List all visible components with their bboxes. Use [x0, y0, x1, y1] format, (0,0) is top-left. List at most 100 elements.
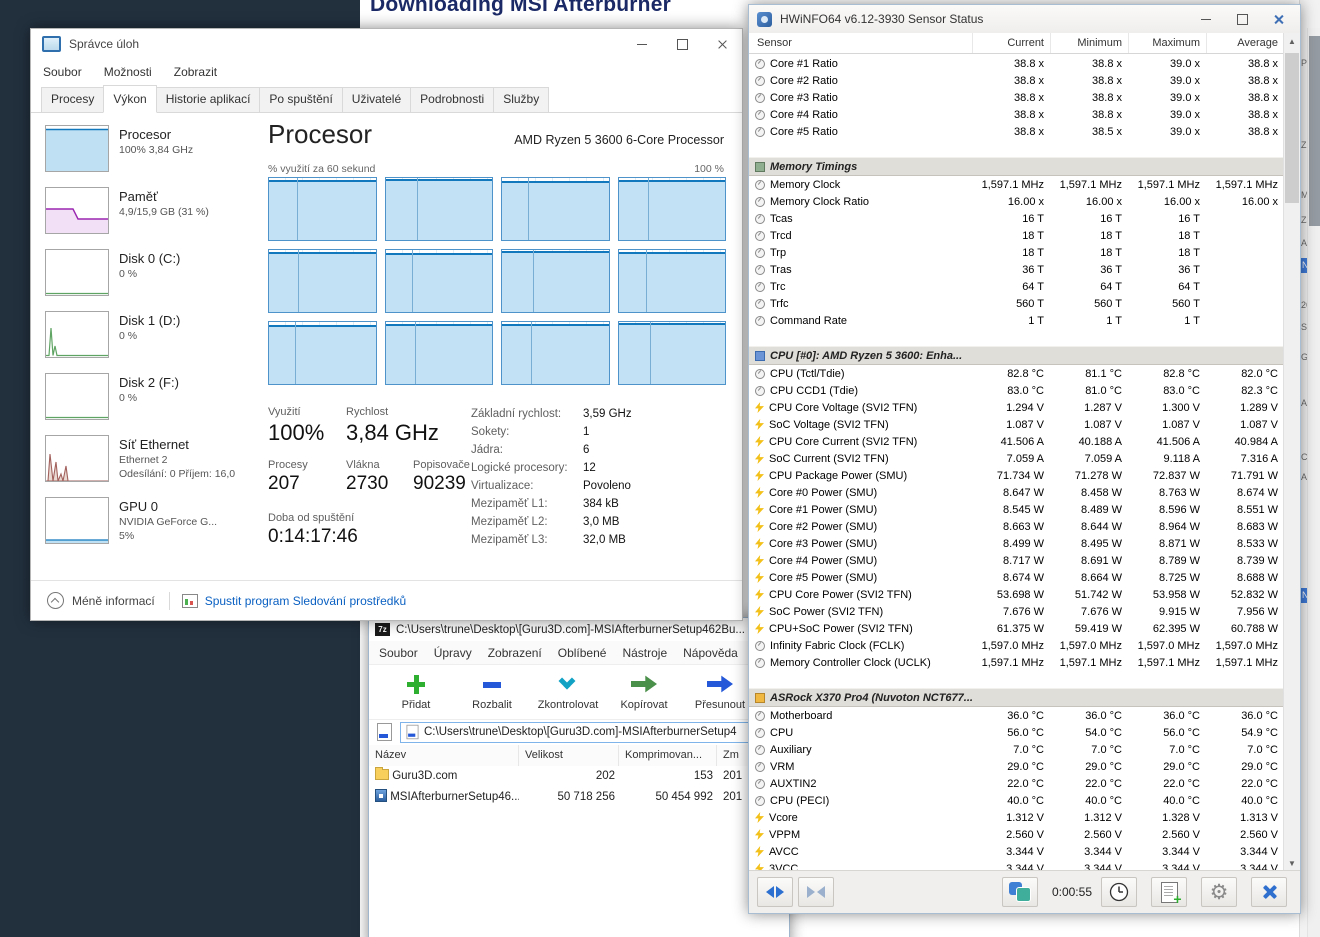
sensor-row[interactable]: CPU Core Voltage (SVI2 TFN)1.294 V1.287 …	[749, 399, 1284, 416]
background-scrollbar[interactable]	[1307, 28, 1320, 937]
sensor-row[interactable]: AUXTIN222.0 °C22.0 °C22.0 °C22.0 °C	[749, 775, 1284, 792]
sensor-row[interactable]: Core #2 Power (SMU)8.663 W8.644 W8.964 W…	[749, 518, 1284, 535]
sensor-section[interactable]: Memory Timings	[749, 157, 1284, 176]
sensor-row[interactable]: Vcore1.312 V1.312 V1.328 V1.313 V	[749, 809, 1284, 826]
sensor-row[interactable]: CPU (Tctl/Tdie)82.8 °C81.1 °C82.8 °C82.0…	[749, 365, 1284, 382]
sensor-row[interactable]: Motherboard36.0 °C36.0 °C36.0 °C36.0 °C	[749, 707, 1284, 724]
tab-item[interactable]: Po spuštění	[259, 87, 342, 112]
sensor-row[interactable]: Tras36 T36 T36 T	[749, 261, 1284, 278]
tab-item[interactable]: Podrobnosti	[410, 87, 494, 112]
toolbar-copy-button[interactable]: Kopírovat	[609, 672, 679, 711]
file-row[interactable]: Guru3D.com202153201	[369, 766, 789, 787]
less-info-button[interactable]: Méně informací	[72, 594, 155, 608]
tab-item[interactable]: Služby	[493, 87, 549, 112]
sensor-row[interactable]: SoC Power (SVI2 TFN)7.676 W7.676 W9.915 …	[749, 603, 1284, 620]
sidebar-item-disk[interactable]: Disk 0 (C:)0 %	[45, 249, 260, 296]
minimize-button[interactable]	[622, 29, 662, 59]
sensor-row[interactable]: CPU Core Power (SVI2 TFN)53.698 W51.742 …	[749, 586, 1284, 603]
sensor-row[interactable]: Trcd18 T18 T18 T	[749, 227, 1284, 244]
sensor-row[interactable]: CPU Core Current (SVI2 TFN)41.506 A40.18…	[749, 433, 1284, 450]
report-button[interactable]	[1151, 877, 1187, 907]
sensor-scrollbar[interactable]	[1283, 33, 1300, 871]
scrollbar-thumb[interactable]	[1309, 36, 1320, 226]
toolbar-move-button[interactable]: Přesunout	[685, 672, 755, 711]
sensor-row[interactable]: VRM29.0 °C29.0 °C29.0 °C29.0 °C	[749, 758, 1284, 775]
sidebar-item-net[interactable]: Síť EthernetEthernet 2Odesílání: 0 Příje…	[45, 435, 260, 482]
close-button[interactable]	[702, 29, 742, 59]
column-header[interactable]: Komprimovan...	[619, 745, 717, 766]
sensor-row[interactable]: Core #3 Ratio38.8 x38.8 x39.0 x38.8 x	[749, 89, 1284, 106]
close-button[interactable]	[1260, 5, 1296, 33]
menu-item[interactable]: Soubor	[43, 65, 82, 79]
sensor-row[interactable]: Core #4 Ratio38.8 x38.8 x39.0 x38.8 x	[749, 106, 1284, 123]
sensor-row[interactable]: CPU CCD1 (Tdie)83.0 °C81.0 °C83.0 °C82.3…	[749, 382, 1284, 399]
sensor-row[interactable]: Core #5 Ratio38.8 x38.5 x39.0 x38.8 x	[749, 123, 1284, 140]
column-header[interactable]: Velikost	[519, 745, 619, 766]
sensor-row[interactable]: CPU Package Power (SMU)71.734 W71.278 W7…	[749, 467, 1284, 484]
sensor-row[interactable]: Tcas16 T16 T16 T	[749, 210, 1284, 227]
column-header[interactable]: Average	[1206, 33, 1284, 53]
sensor-row[interactable]: VPPM2.560 V2.560 V2.560 V2.560 V	[749, 826, 1284, 843]
tab-active[interactable]: Výkon	[103, 85, 156, 113]
scroll-down-arrow[interactable]	[1284, 855, 1300, 871]
scrollbar-thumb[interactable]	[1285, 53, 1299, 203]
column-header[interactable]: Název	[369, 745, 519, 766]
sensor-row[interactable]: Core #1 Ratio38.8 x38.8 x39.0 x38.8 x	[749, 55, 1284, 72]
maximize-button[interactable]	[662, 29, 702, 59]
nav-arrows-button[interactable]	[757, 877, 793, 907]
task-manager-titlebar[interactable]: Správce úloh	[31, 29, 742, 59]
settings-button[interactable]	[1201, 877, 1237, 907]
sidebar-item-disk2[interactable]: Disk 2 (F:)0 %	[45, 373, 260, 420]
sensors-button[interactable]	[1002, 877, 1038, 907]
scroll-up-arrow[interactable]	[1284, 33, 1300, 49]
maximize-button[interactable]	[1224, 5, 1260, 33]
menu-item[interactable]: Zobrazení	[488, 646, 542, 660]
sensor-row[interactable]: Infinity Fabric Clock (FCLK)1,597.0 MHz1…	[749, 637, 1284, 654]
sidebar-item-disk-spikes[interactable]: Disk 1 (D:)0 %	[45, 311, 260, 358]
menu-item[interactable]: Nástroje	[622, 646, 667, 660]
tab-item[interactable]: Procesy	[41, 87, 104, 112]
column-header[interactable]: Minimum	[1050, 33, 1128, 53]
sensor-row[interactable]: Trfc560 T560 T560 T	[749, 295, 1284, 312]
sidebar-item-gpu[interactable]: GPU 0NVIDIA GeForce G...5%	[45, 497, 260, 544]
address-input[interactable]: C:\Users\trune\Desktop\[Guru3D.com]-MSIA…	[400, 722, 783, 743]
nav-arrows-dim-button[interactable]	[798, 877, 834, 907]
resource-monitor-link[interactable]: Spustit program Sledování prostředků	[205, 594, 406, 608]
tab-item[interactable]: Uživatelé	[342, 87, 411, 112]
clock-button[interactable]	[1101, 877, 1137, 907]
column-header[interactable]: Maximum	[1128, 33, 1206, 53]
sensor-section[interactable]: CPU [#0]: AMD Ryzen 5 3600: Enha...	[749, 346, 1284, 365]
sensor-row[interactable]: Trp18 T18 T18 T	[749, 244, 1284, 261]
sevenzip-titlebar[interactable]: C:\Users\trune\Desktop\[Guru3D.com]-MSIA…	[369, 618, 789, 641]
tab-item[interactable]: Historie aplikací	[156, 87, 261, 112]
menu-item[interactable]: Možnosti	[104, 65, 152, 79]
sensor-section[interactable]: ASRock X370 Pro4 (Nuvoton NCT677...	[749, 688, 1284, 707]
sensor-row[interactable]: CPU (PECI)40.0 °C40.0 °C40.0 °C40.0 °C	[749, 792, 1284, 809]
column-header[interactable]: Current	[972, 33, 1050, 53]
sensor-row[interactable]: Core #3 Power (SMU)8.499 W8.495 W8.871 W…	[749, 535, 1284, 552]
sensor-row[interactable]: Core #2 Ratio38.8 x38.8 x39.0 x38.8 x	[749, 72, 1284, 89]
sensor-row[interactable]: Core #0 Power (SMU)8.647 W8.458 W8.763 W…	[749, 484, 1284, 501]
sensor-row[interactable]: Core #1 Power (SMU)8.545 W8.489 W8.596 W…	[749, 501, 1284, 518]
sidebar-item-mem[interactable]: Paměť4,9/15,9 GB (31 %)	[45, 187, 260, 234]
sensor-row[interactable]: Core #4 Power (SMU)8.717 W8.691 W8.789 W…	[749, 552, 1284, 569]
sidebar-item-cpu[interactable]: Procesor100% 3,84 GHz	[45, 125, 260, 172]
minimize-button[interactable]	[1188, 5, 1224, 33]
menu-item[interactable]: Soubor	[379, 646, 418, 660]
toolbar-add-button[interactable]: Přidat	[381, 672, 451, 711]
sensor-row[interactable]: Command Rate1 T1 T1 T	[749, 312, 1284, 329]
sensor-row[interactable]: Memory Controller Clock (UCLK)1,597.1 MH…	[749, 654, 1284, 671]
close-sensors-button[interactable]	[1251, 877, 1287, 907]
sensor-row[interactable]: CPU+SoC Power (SVI2 TFN)61.375 W59.419 W…	[749, 620, 1284, 637]
menu-item[interactable]: Nápověda	[683, 646, 738, 660]
sensor-row[interactable]: Memory Clock1,597.1 MHz1,597.1 MHz1,597.…	[749, 176, 1284, 193]
hwinfo-titlebar[interactable]: HWiNFO64 v6.12-3930 Sensor Status	[749, 5, 1300, 34]
toolbar-extract-button[interactable]: Rozbalit	[457, 672, 527, 711]
file-row[interactable]: MSIAfterburnerSetup46...50 718 25650 454…	[369, 787, 789, 808]
sensor-row[interactable]: Trc64 T64 T64 T	[749, 278, 1284, 295]
menu-item[interactable]: Zobrazit	[174, 65, 217, 79]
toolbar-test-button[interactable]: Zkontrolovat	[533, 672, 603, 711]
menu-item[interactable]: Úpravy	[434, 646, 472, 660]
menu-item[interactable]: Oblíbené	[558, 646, 607, 660]
sensor-row[interactable]: Core #5 Power (SMU)8.674 W8.664 W8.725 W…	[749, 569, 1284, 586]
